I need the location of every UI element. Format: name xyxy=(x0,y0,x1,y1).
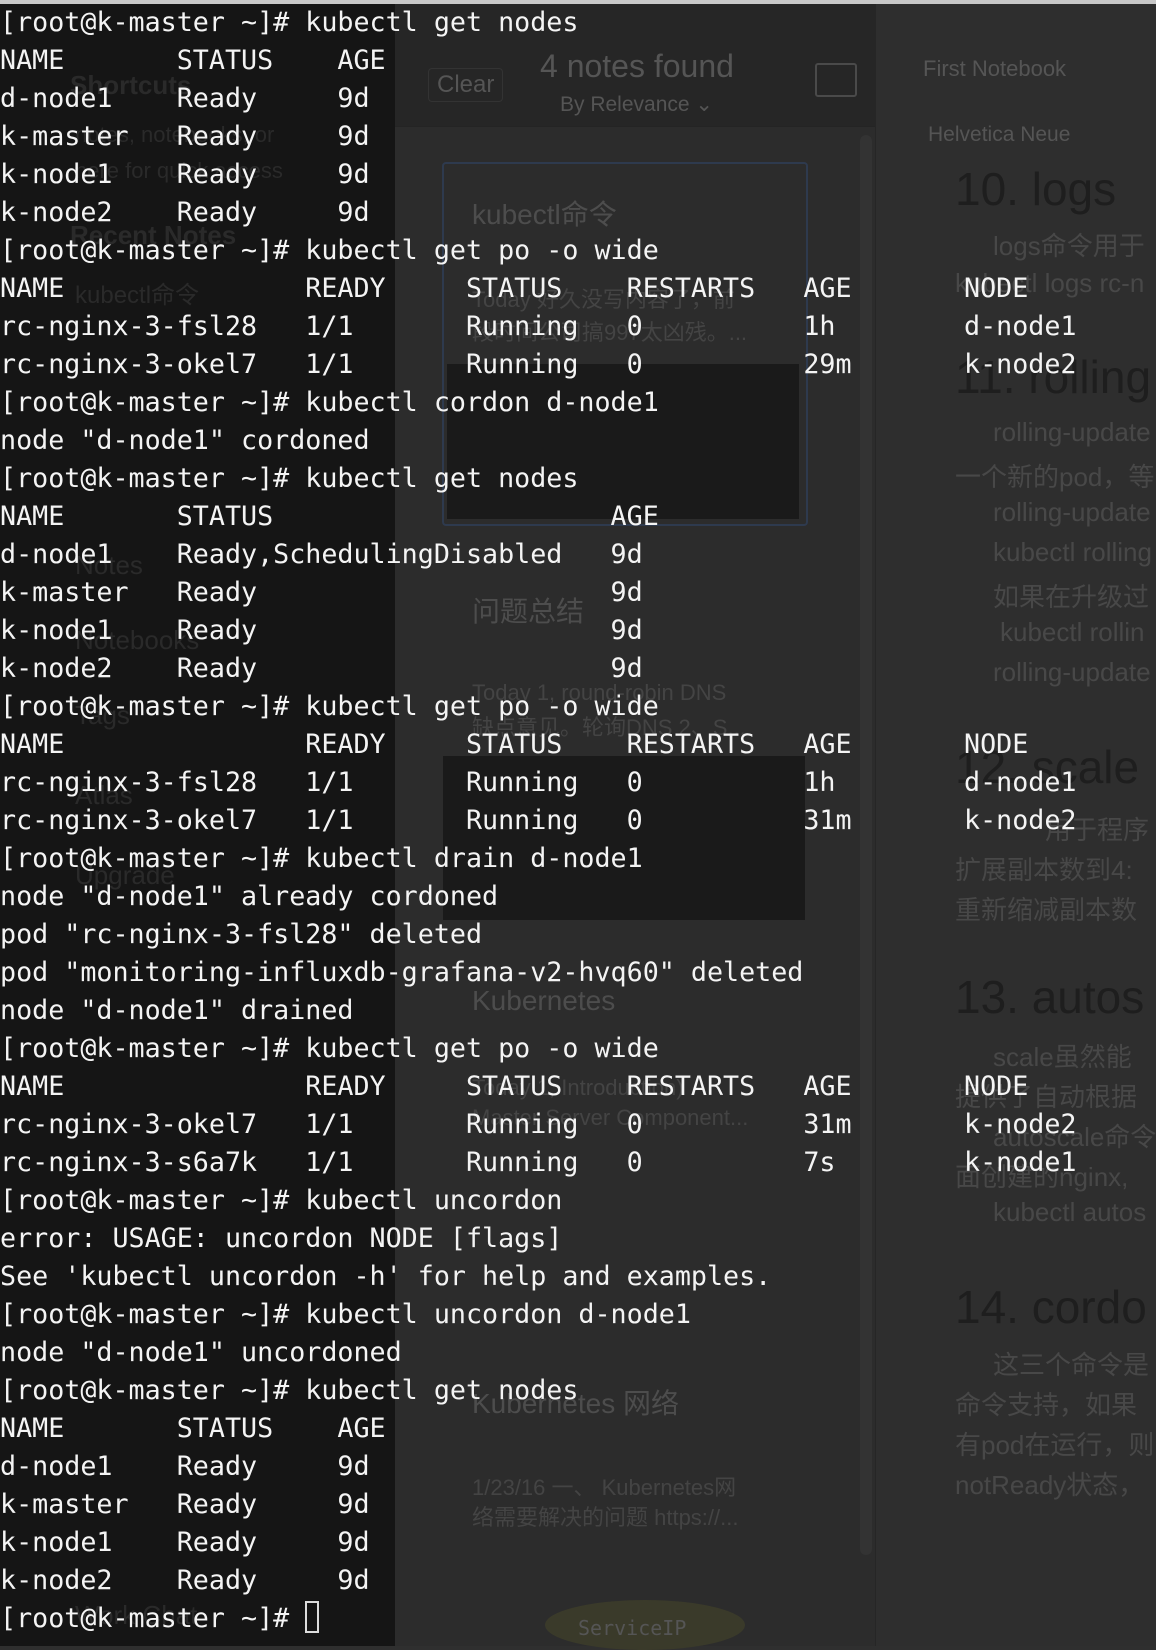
terminal-output-line: k-node2 Ready 9d xyxy=(0,197,370,228)
terminal-command-line: [root@k-master ~]# kubectl cordon d-node… xyxy=(0,387,659,418)
terminal-output-line: rc-nginx-3-fsl28 1/1 Running 0 1h d-node… xyxy=(0,767,1077,798)
terminal-output-line: k-node2 Ready 9d xyxy=(0,1565,370,1596)
terminal-output-line: d-node1 Ready 9d xyxy=(0,1451,370,1482)
terminal-output-line: node "d-node1" drained xyxy=(0,995,354,1026)
terminal-command-line: [root@k-master ~]# kubectl drain d-node1 xyxy=(0,843,643,874)
terminal-output-line: pod "rc-nginx-3-fsl28" deleted xyxy=(0,919,483,950)
terminal-output-line: node "d-node1" already cordoned xyxy=(0,881,499,912)
terminal-output-line: NAME STATUS AGE xyxy=(0,1413,386,1444)
terminal-command-line: [root@k-master ~]# kubectl get nodes xyxy=(0,7,579,38)
terminal-command-line: [root@k-master ~]# kubectl uncordon xyxy=(0,1185,563,1216)
terminal-output-line: d-node1 Ready,SchedulingDisabled 9d xyxy=(0,539,643,570)
terminal-output-line: NAME STATUS AGE xyxy=(0,501,659,532)
terminal-output-line: error: USAGE: uncordon NODE [flags] xyxy=(0,1223,563,1254)
terminal-output-line: k-node1 Ready 9d xyxy=(0,159,370,190)
terminal-output-line: rc-nginx-3-s6a7k 1/1 Running 0 7s k-node… xyxy=(0,1147,1077,1178)
terminal-output-line: node "d-node1" cordoned xyxy=(0,425,370,456)
terminal-output-line: k-master Ready 9d xyxy=(0,121,370,152)
terminal-command-line: [root@k-master ~]# kubectl get po -o wid… xyxy=(0,235,659,266)
terminal-command-line: [root@k-master ~]# kubectl uncordon d-no… xyxy=(0,1299,691,1330)
terminal-output-line: node "d-node1" uncordoned xyxy=(0,1337,402,1368)
terminal-output-line: rc-nginx-3-okel7 1/1 Running 0 29m k-nod… xyxy=(0,349,1077,380)
terminal-output-line: k-master Ready 9d xyxy=(0,577,643,608)
terminal-output-line: rc-nginx-3-okel7 1/1 Running 0 31m k-nod… xyxy=(0,805,1077,836)
cursor-icon xyxy=(305,1601,320,1633)
terminal-output-line: NAME READY STATUS RESTARTS AGE NODE xyxy=(0,729,1029,760)
terminal-output-line: See 'kubectl uncordon -h' for help and e… xyxy=(0,1261,772,1292)
terminal-output-line: pod "monitoring-influxdb-grafana-v2-hvq6… xyxy=(0,957,804,988)
terminal-output-line: k-node1 Ready 9d xyxy=(0,615,643,646)
terminal-output-line: NAME READY STATUS RESTARTS AGE NODE xyxy=(0,1071,1029,1102)
terminal-output-line: NAME READY STATUS RESTARTS AGE NODE xyxy=(0,273,1029,304)
terminal-output[interactable]: [root@k-master ~]# kubectl get nodes NAME… xyxy=(0,4,1077,1638)
terminal-command-line: [root@k-master ~]# kubectl get nodes xyxy=(0,463,579,494)
terminal-output-line: d-node1 Ready 9d xyxy=(0,83,370,114)
terminal-output-line: k-master Ready 9d xyxy=(0,1489,370,1520)
terminal-command-line: [root@k-master ~]# kubectl get po -o wid… xyxy=(0,691,659,722)
terminal-output-line: k-node2 Ready 9d xyxy=(0,653,643,684)
terminal-output-line: NAME STATUS AGE xyxy=(0,45,386,76)
terminal-output-line: k-node1 Ready 9d xyxy=(0,1527,370,1558)
terminal-prompt: [root@k-master ~]# xyxy=(0,1603,306,1634)
terminal-prompt-line[interactable]: [root@k-master ~]# xyxy=(0,1600,1077,1638)
terminal-output-line: rc-nginx-3-fsl28 1/1 Running 0 1h d-node… xyxy=(0,311,1077,342)
terminal-command-line: [root@k-master ~]# kubectl get po -o wid… xyxy=(0,1033,659,1064)
terminal-command-line: [root@k-master ~]# kubectl get nodes xyxy=(0,1375,579,1406)
terminal-output-line: rc-nginx-3-okel7 1/1 Running 0 31m k-nod… xyxy=(0,1109,1077,1140)
